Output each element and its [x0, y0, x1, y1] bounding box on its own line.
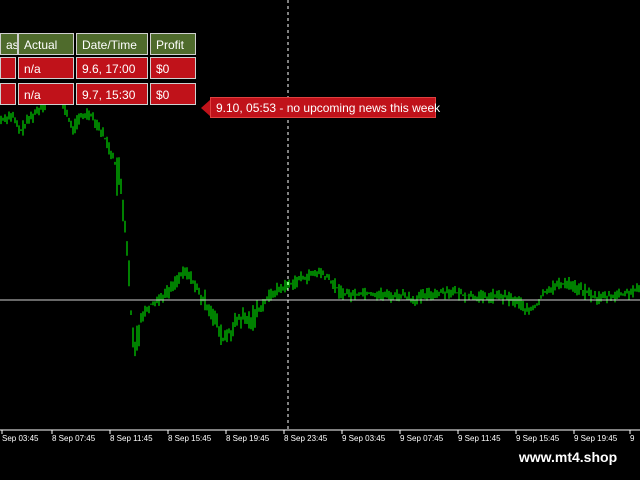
time-axis-label: 8 Sep 07:45 — [52, 434, 96, 443]
header-actual[interactable]: Actual — [18, 33, 74, 55]
header-datetime[interactable]: Date/Time — [76, 33, 148, 55]
time-axis-label: 9 Sep 15:45 — [516, 434, 560, 443]
time-axis-label: 9 Sep 19:45 — [574, 434, 618, 443]
tooltip-arrow — [201, 100, 210, 116]
row2-datetime[interactable]: 9.7, 15:30 — [76, 83, 148, 105]
row1-datetime[interactable]: 9.6, 17:00 — [76, 57, 148, 79]
time-axis-label: 8 Sep 11:45 — [110, 434, 153, 443]
row2-profit[interactable]: $0 — [150, 83, 196, 105]
time-axis-label: 9 Sep 07:45 — [400, 434, 444, 443]
time-axis-label: 8 Sep 23:45 — [284, 434, 328, 443]
row1-forecast[interactable] — [0, 57, 16, 79]
time-axis-label: 9 — [630, 434, 635, 443]
header-forecast[interactable]: ast — [0, 33, 18, 55]
time-axis-label: 8 Sep 19:45 — [226, 434, 270, 443]
row2-actual[interactable]: n/a — [18, 83, 74, 105]
row2-forecast[interactable] — [0, 83, 16, 105]
news-tooltip: 9.10, 05:53 - no upcoming news this week — [210, 97, 440, 118]
candle-series — [0, 92, 640, 357]
time-axis-label: 9 Sep 03:45 — [342, 434, 386, 443]
time-axis-label: 8 Sep 15:45 — [168, 434, 212, 443]
header-profit[interactable]: Profit — [150, 33, 196, 55]
time-axis-label: Sep 03:45 — [2, 434, 39, 443]
row1-actual[interactable]: n/a — [18, 57, 74, 79]
watermark: www.mt4.shop — [496, 443, 640, 471]
row1-profit[interactable]: $0 — [150, 57, 196, 79]
time-axis-label: 9 Sep 11:45 — [458, 434, 501, 443]
